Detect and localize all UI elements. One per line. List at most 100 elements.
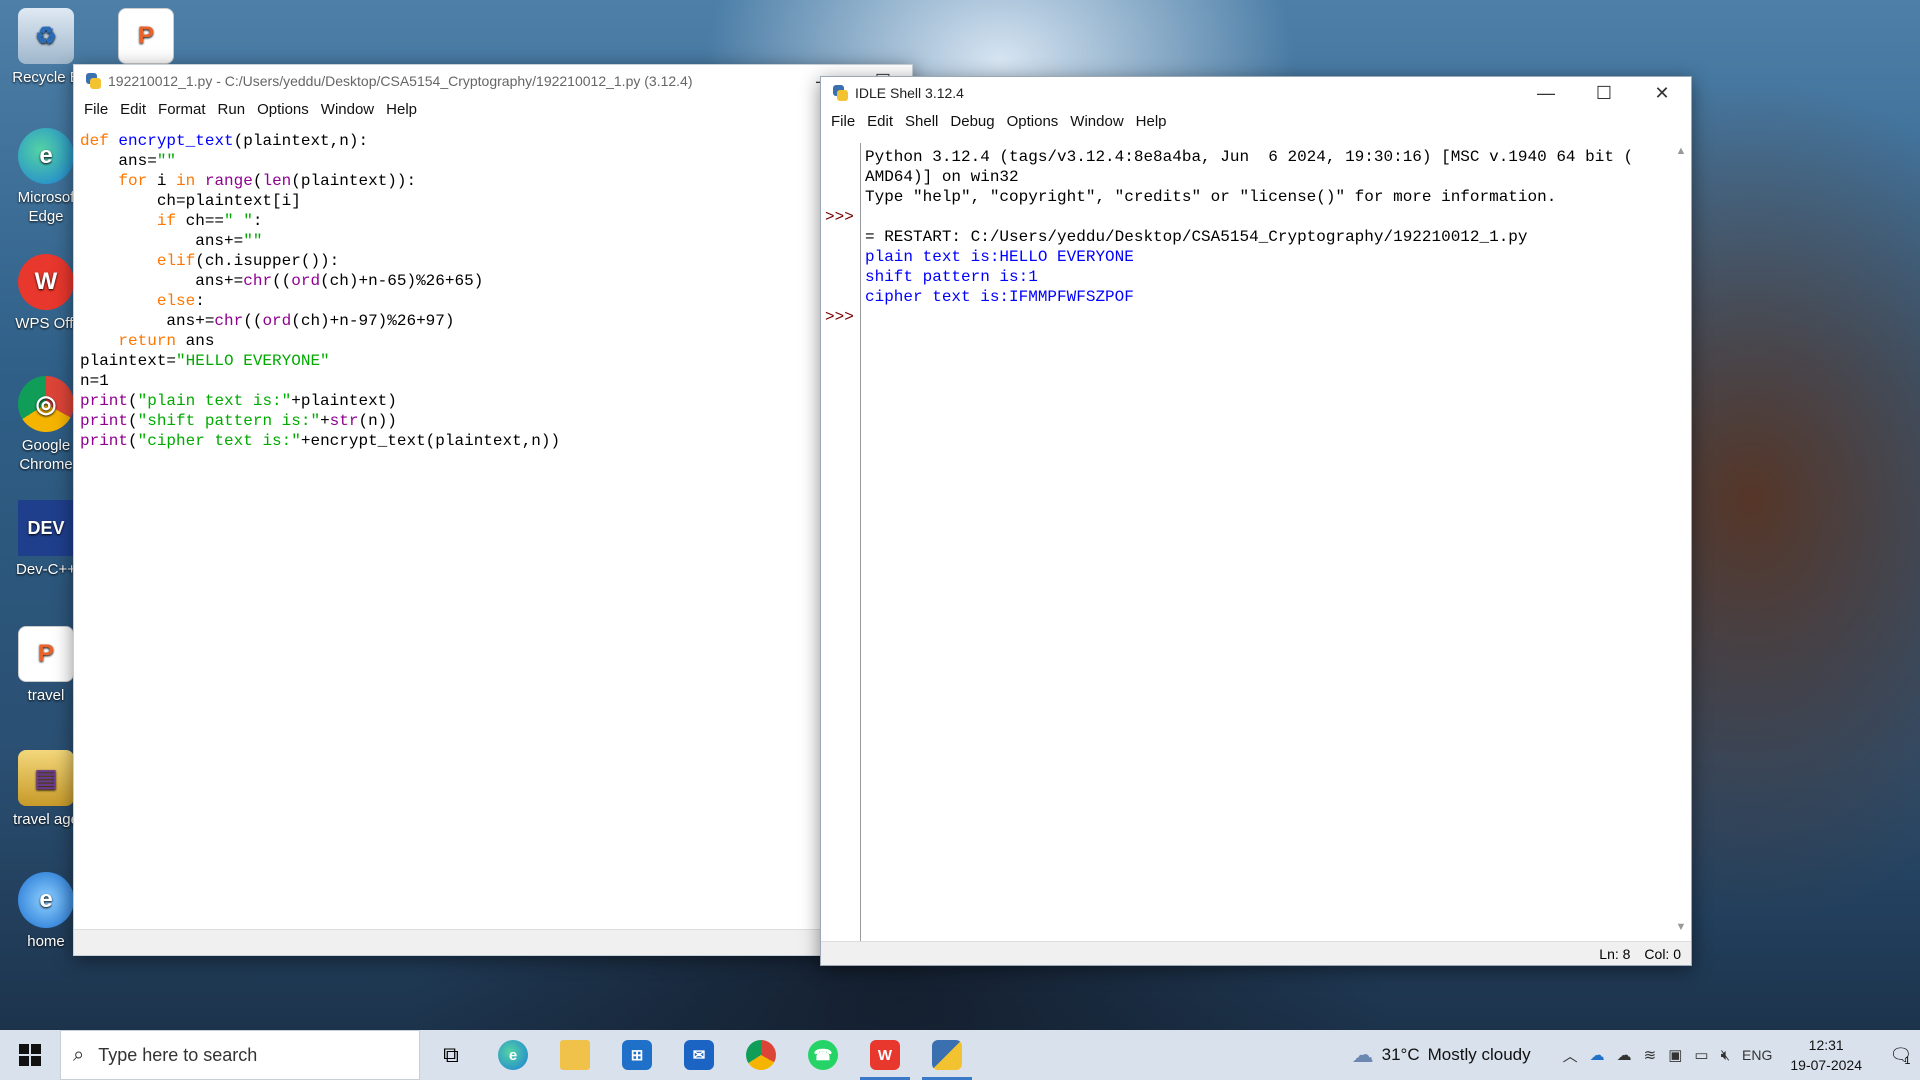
mail-icon: ✉ [684,1040,714,1070]
editor-menu-file[interactable]: File [78,101,114,118]
weather-temp: 31°C [1381,1045,1420,1064]
shell-titlebar[interactable]: IDLE Shell 3.12.4 — ☐ ✕ [821,77,1691,109]
cloud-icon[interactable]: ☁ [1617,1046,1632,1064]
code-line: elif(ch.isupper()): [156,252,340,270]
onedrive-icon[interactable]: ☁ [1590,1046,1605,1064]
shell-menu-edit[interactable]: Edit [861,113,899,130]
code-line: print("plain text is:"+plaintext) [80,392,397,410]
python-icon [84,72,102,90]
taskbar-python-idle[interactable] [916,1030,978,1080]
shell-output[interactable]: Python 3.12.4 (tags/v3.12.4:8e8a4ba, Jun… [865,143,1671,941]
notification-center-button[interactable]: 🗨︎ 1 [1880,1030,1920,1080]
shell-menu-debug[interactable]: Debug [944,113,1000,130]
close-button[interactable]: ✕ [1633,77,1691,109]
notification-count: 1 [1904,1055,1911,1067]
shell-line: = RESTART: C:/Users/yeddu/Desktop/CSA515… [865,228,1528,246]
editor-menu-window[interactable]: Window [315,101,380,118]
shell-status-ln: Ln: 8 [1599,945,1631,962]
code-line: ans+=chr((ord(ch)+n-65)%26+65) [80,272,484,290]
wifi-icon[interactable]: ≋ [1644,1046,1657,1064]
taskbar-search[interactable]: ⌕ Type here to search [60,1030,420,1080]
idle-shell-window[interactable]: IDLE Shell 3.12.4 — ☐ ✕ File Edit Shell … [820,76,1692,966]
clock[interactable]: 12:31 19-07-2024 [1790,1035,1862,1075]
idle-editor-window[interactable]: 192210012_1.py - C:/Users/yeddu/Desktop/… [73,64,913,956]
taskbar-file-explorer[interactable] [544,1030,606,1080]
battery-icon[interactable]: ▭ [1694,1046,1708,1064]
taskbar-mail[interactable]: ✉ [668,1030,730,1080]
taskbar-wps[interactable]: W [854,1030,916,1080]
code-line: print("shift pattern is:"+str(n)) [80,412,397,430]
shell-output-line: cipher text is:IFMMPFWFSZPOF [865,288,1134,306]
start-button[interactable] [0,1030,60,1080]
editor-title: 192210012_1.py - C:/Users/yeddu/Desktop/… [108,73,693,89]
cloudy-weather-icon: ☁ [1351,1042,1374,1067]
task-view-button[interactable]: ⧉ [420,1030,482,1080]
shell-line: AMD64)] on win32 [865,168,1019,186]
shell-menu-window[interactable]: Window [1064,113,1129,130]
code-line: else: [156,292,205,310]
search-placeholder: Type here to search [98,1044,258,1065]
meet-now-icon[interactable]: ▣ [1668,1046,1682,1064]
shell-prompt: >>> [825,208,854,226]
search-icon: ⌕ [73,1043,85,1066]
wps-office-icon: W [870,1040,900,1070]
code-line: for i in range(len(plaintext)): [118,172,417,190]
chevron-up-icon[interactable]: ︿ [1563,1045,1578,1066]
editor-menu-run[interactable]: Run [212,101,252,118]
minimize-button[interactable]: — [1517,77,1575,109]
scroll-down-icon[interactable]: ▼ [1671,921,1691,939]
chrome-icon [746,1040,776,1070]
system-tray: ☁ 31°C Mostly cloudy ︿ ☁ ☁ ≋ ▣ ▭ 🔇︎ ENG … [1352,1030,1920,1080]
code-line: if ch==" ": [156,212,263,230]
code-editor[interactable]: def encrypt_text(plaintext,n): ans="" fo… [74,129,912,929]
powerpoint-file-icon: P [118,8,174,64]
shell-title: IDLE Shell 3.12.4 [855,85,964,101]
scroll-up-icon[interactable]: ▲ [1671,145,1691,163]
shell-menu-help[interactable]: Help [1130,113,1173,130]
editor-menubar: File Edit Format Run Options Window Help [74,97,912,121]
language-indicator[interactable]: ENG [1742,1047,1772,1063]
windows-logo-icon [19,1044,41,1066]
shell-menu-file[interactable]: File [825,113,861,130]
editor-titlebar[interactable]: 192210012_1.py - C:/Users/yeddu/Desktop/… [74,65,912,97]
weather-desc: Mostly cloudy [1427,1045,1531,1064]
python-icon [831,84,849,102]
folder-icon [560,1040,590,1070]
desktop-icon-powerpoint-top[interactable]: P [104,8,188,64]
code-line: n=1 [80,372,109,390]
editor-menu-edit[interactable]: Edit [114,101,152,118]
shell-scrollbar[interactable]: ▲ ▼ [1671,143,1691,941]
recycle-bin-icon: ♻ [18,8,74,64]
taskbar-chrome[interactable] [730,1030,792,1080]
code-line: ch=plaintext[i] [80,192,301,210]
powerpoint-file-icon: P [18,626,74,682]
shell-menu-options[interactable]: Options [1001,113,1065,130]
store-icon: ⊞ [622,1040,652,1070]
code-line: ans="" [80,152,177,170]
shell-menu-shell[interactable]: Shell [899,113,944,130]
volume-muted-icon[interactable]: 🔇︎ [1721,1047,1730,1064]
code-line: def encrypt_text(plaintext,n): [80,132,369,150]
devcpp-icon: DEV [18,500,74,556]
edge-icon: e [498,1040,528,1070]
editor-menu-options[interactable]: Options [251,101,315,118]
editor-statusbar: Ln [74,929,912,955]
shell-status-col: Col: 0 [1644,945,1681,962]
editor-menu-format[interactable]: Format [152,101,212,118]
maximize-button[interactable]: ☐ [1575,77,1633,109]
shell-prompt-gutter: >>> >>> [821,143,861,941]
taskbar: ⌕ Type here to search ⧉ e ⊞ ✉ ☎ W ☁ 31°C… [0,1030,1920,1080]
edge-icon: e [18,128,74,184]
taskbar-edge[interactable]: e [482,1030,544,1080]
chrome-icon: ◎ [18,376,74,432]
editor-menu-help[interactable]: Help [380,101,423,118]
weather-widget[interactable]: ☁ 31°C Mostly cloudy [1352,1042,1531,1068]
code-line: ans+="" [80,232,263,250]
task-view-icon: ⧉ [443,1042,459,1067]
winrar-archive-icon: ▤ [18,750,74,806]
taskbar-store[interactable]: ⊞ [606,1030,668,1080]
shell-statusbar: Ln: 8 Col: 0 [821,941,1691,965]
taskbar-whatsapp[interactable]: ☎ [792,1030,854,1080]
shell-menubar: File Edit Shell Debug Options Window Hel… [821,109,1691,133]
code-line: plaintext="HELLO EVERYONE" [80,352,330,370]
